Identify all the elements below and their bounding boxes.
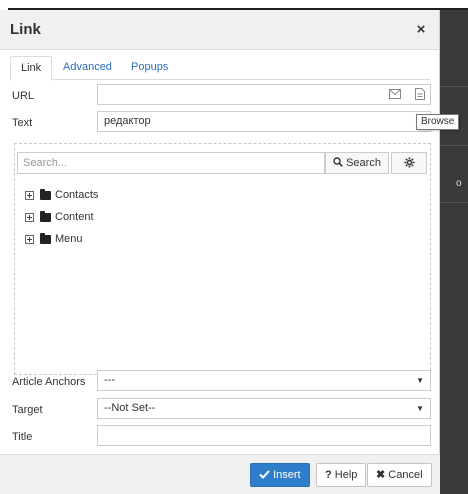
link-browser-panel: Search Contacts	[14, 143, 431, 375]
tree-item-label: Contacts	[55, 189, 99, 201]
tab-popups[interactable]: Popups	[131, 56, 168, 80]
search-input[interactable]	[17, 152, 325, 174]
cancel-button[interactable]: ✖ Cancel	[367, 463, 432, 487]
search-row: Search	[17, 152, 427, 174]
tree-item-menu[interactable]: Menu	[25, 228, 98, 250]
article-anchors-select[interactable]: --- ▼	[97, 370, 431, 391]
folder-tree: Contacts Content Menu	[25, 184, 98, 250]
tree-item-content[interactable]: Content	[25, 206, 98, 228]
insert-button-label: Insert	[273, 469, 301, 481]
tree-item-label: Menu	[55, 233, 83, 245]
expand-icon[interactable]	[25, 234, 34, 244]
folder-icon	[40, 232, 51, 244]
question-icon: ?	[325, 469, 332, 481]
search-button[interactable]: Search	[325, 152, 389, 174]
url-label: URL	[12, 90, 35, 102]
expand-icon[interactable]	[25, 212, 34, 222]
backdrop-divider	[440, 145, 468, 146]
cancel-button-label: Cancel	[388, 469, 423, 481]
help-button-label: Help	[334, 469, 358, 481]
caret-down-icon: ▼	[416, 404, 424, 413]
browse-tooltip: Browse	[416, 114, 460, 130]
search-icon	[333, 157, 343, 167]
dialog-header: Link ×	[0, 10, 439, 50]
gear-icon	[403, 157, 415, 168]
settings-button[interactable]	[391, 152, 427, 174]
article-anchors-value: ---	[104, 374, 115, 386]
tree-item-contacts[interactable]: Contacts	[25, 184, 98, 206]
expand-icon[interactable]	[25, 190, 34, 200]
help-button[interactable]: ? Help	[316, 463, 367, 487]
link-dialog: Link × Link Advanced Popups URL Text ред…	[0, 10, 440, 494]
insert-button[interactable]: Insert	[250, 463, 310, 487]
folder-icon	[40, 210, 51, 222]
text-field[interactable]: редактор	[97, 111, 431, 132]
backdrop-divider	[440, 86, 468, 87]
target-value: --Not Set--	[104, 402, 156, 414]
folder-icon	[40, 188, 51, 200]
x-icon: ✖	[376, 469, 386, 481]
target-select[interactable]: --Not Set-- ▼	[97, 398, 431, 419]
target-label: Target	[12, 404, 43, 416]
text-label: Text	[12, 117, 33, 129]
article-anchors-label: Article Anchors	[12, 376, 86, 388]
title-label: Title	[12, 431, 33, 443]
caret-down-icon: ▼	[416, 376, 424, 385]
backdrop-right-panel	[440, 10, 468, 494]
tab-link[interactable]: Link	[10, 56, 53, 81]
tab-bar: Link Advanced Popups	[10, 56, 430, 81]
backdrop-peek-text: o	[456, 178, 462, 189]
tree-item-label: Content	[55, 211, 94, 223]
envelope-icon[interactable]	[389, 89, 401, 100]
search-button-label: Search	[346, 157, 381, 169]
url-field[interactable]	[97, 84, 431, 105]
backdrop-divider	[440, 202, 468, 203]
dialog-title: Link	[10, 21, 41, 38]
title-field[interactable]	[97, 425, 431, 446]
dialog-footer: Insert ? Help ✖ Cancel	[0, 454, 440, 494]
check-icon	[259, 470, 270, 479]
tab-advanced[interactable]: Advanced	[63, 56, 112, 80]
close-icon[interactable]: ×	[413, 22, 429, 38]
file-icon[interactable]	[414, 88, 426, 100]
